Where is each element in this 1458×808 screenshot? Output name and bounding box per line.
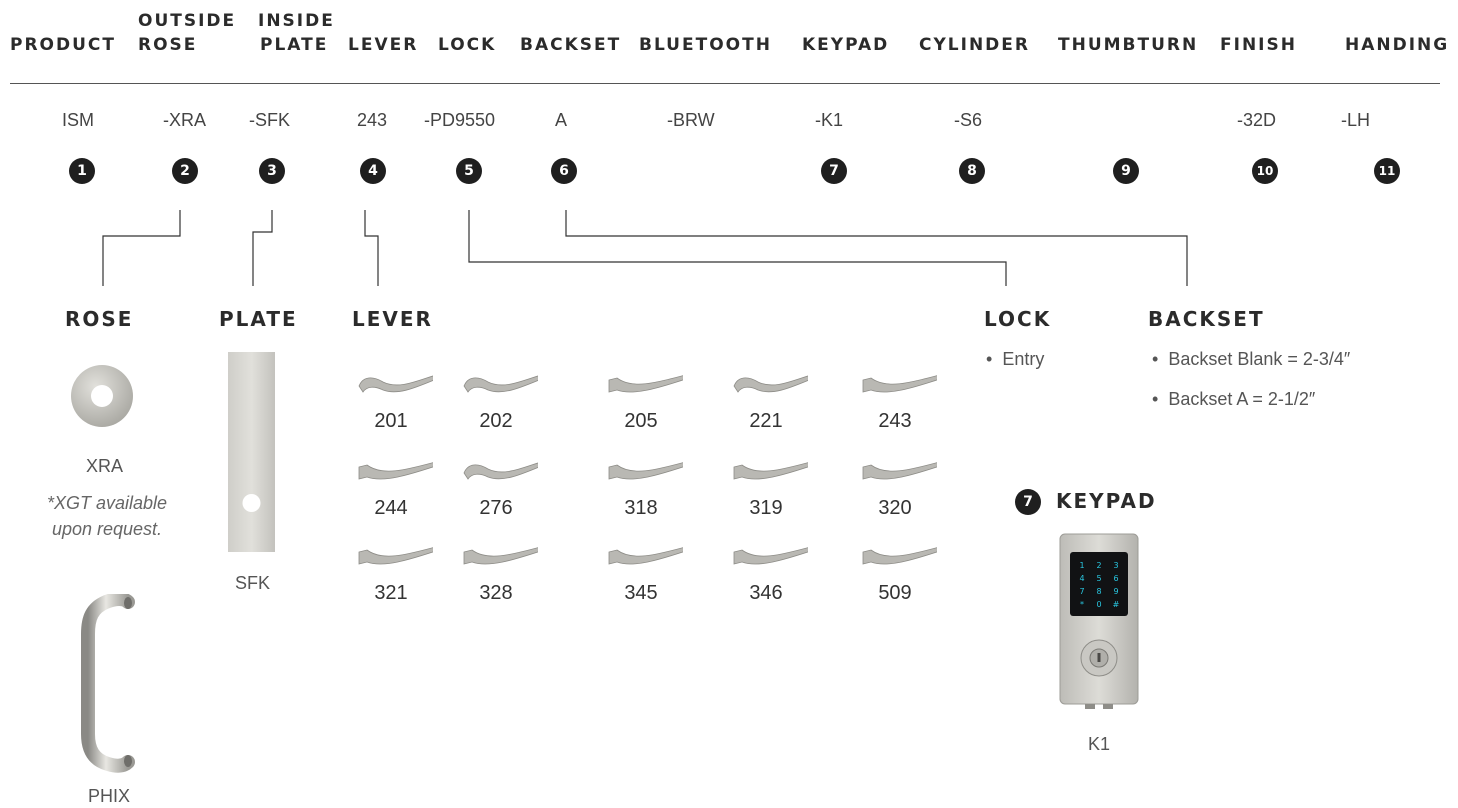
backset-bullet-blank: • Backset Blank = 2-3/4″ [1152,349,1350,370]
keypad-key-hash: # [1113,600,1120,609]
lever-option-318: 318 [624,497,658,519]
lever-image-321 [358,547,433,565]
lever-image-319 [733,462,808,480]
keypad-marker: 7 [1015,489,1041,515]
lever-option-205: 205 [624,410,658,432]
rose-note-line2: upon request. [51,519,163,539]
section-title-backset: BACKSET [1148,307,1265,331]
connector-plate [252,210,273,286]
lever-option-328: 328 [479,582,513,604]
lever-image-221 [733,375,808,393]
lever-image-346 [733,547,808,565]
keypad-key-star: * [1080,600,1084,609]
lever-image-318 [608,462,683,480]
lever-option-221: 221 [749,410,783,432]
lever-image-328 [463,547,538,565]
rose-label: XRA [86,456,124,476]
lever-option-201: 201 [374,410,408,432]
plate-label: SFK [235,573,271,593]
rose-xra-image [71,365,133,427]
lever-option-346: 346 [749,582,783,604]
lever-option-202: 202 [479,410,513,432]
keypad-key-3: 3 [1113,561,1118,570]
backset-bullet-text-1: Backset Blank = 2-3/4″ [1168,349,1351,369]
bullet-dot: • [1152,389,1169,409]
keypad-key-1: 1 [1079,561,1084,570]
lever-image-243 [862,375,937,393]
plate-sfk-image [228,352,275,552]
lever-image-205 [608,375,683,393]
keypad-key-2: 2 [1096,561,1101,570]
section-title-plate: PLATE [219,307,298,331]
lever-image-320 [862,462,937,480]
backset-bullet-text-2: Backset A = 2-1/2″ [1168,389,1316,409]
keypad-key-0: 0 [1096,600,1101,609]
section-title-rose: ROSE [65,307,134,331]
connector-backset [565,210,1188,286]
backset-bullet-a: • Backset A = 2-1/2″ [1152,389,1315,410]
rose-note: *XGT available upon request. [17,490,197,542]
lever-option-243: 243 [878,410,912,432]
keypad-key-8: 8 [1096,587,1101,596]
lever-image-202 [463,375,538,393]
lock-bullet-entry: • Entry [986,349,1044,370]
keypad-label: K1 [1088,734,1111,754]
lever-image-345 [608,547,683,565]
keypad-key-6: 6 [1113,574,1118,583]
lever-option-244: 244 [374,497,408,519]
keypad-key-4: 4 [1079,574,1084,583]
section-title-lock: LOCK [984,307,1052,331]
keypad-k1-image: 1 2 3 4 5 6 7 8 9 * 0 # [1059,533,1139,709]
pull-label: PHIX [88,786,131,806]
lever-option-319: 319 [749,497,783,519]
section-title-keypad: KEYPAD [1056,489,1157,513]
connector-lock [468,210,1007,286]
keypad-key-9: 9 [1113,587,1118,596]
phix-pull-image [81,594,135,773]
lock-bullet-text: Entry [1002,349,1045,369]
connector-lever [364,210,379,286]
lever-option-509: 509 [878,582,912,604]
lever-image-509 [862,547,937,565]
lever-image-201 [358,375,433,393]
bullet-dot: • [986,349,1003,369]
lever-option-320: 320 [878,497,912,519]
keypad-key-5: 5 [1096,574,1101,583]
lever-image-244 [358,462,433,480]
connector-rose [102,210,181,286]
lever-option-276: 276 [479,497,513,519]
lever-image-276 [463,462,538,480]
lever-option-345: 345 [624,582,658,604]
section-title-lever: LEVER [352,307,433,331]
rose-note-line1: *XGT available [46,493,168,513]
keypad-key-7: 7 [1079,587,1084,596]
lever-option-321: 321 [374,582,408,604]
bullet-dot: • [1152,349,1169,369]
